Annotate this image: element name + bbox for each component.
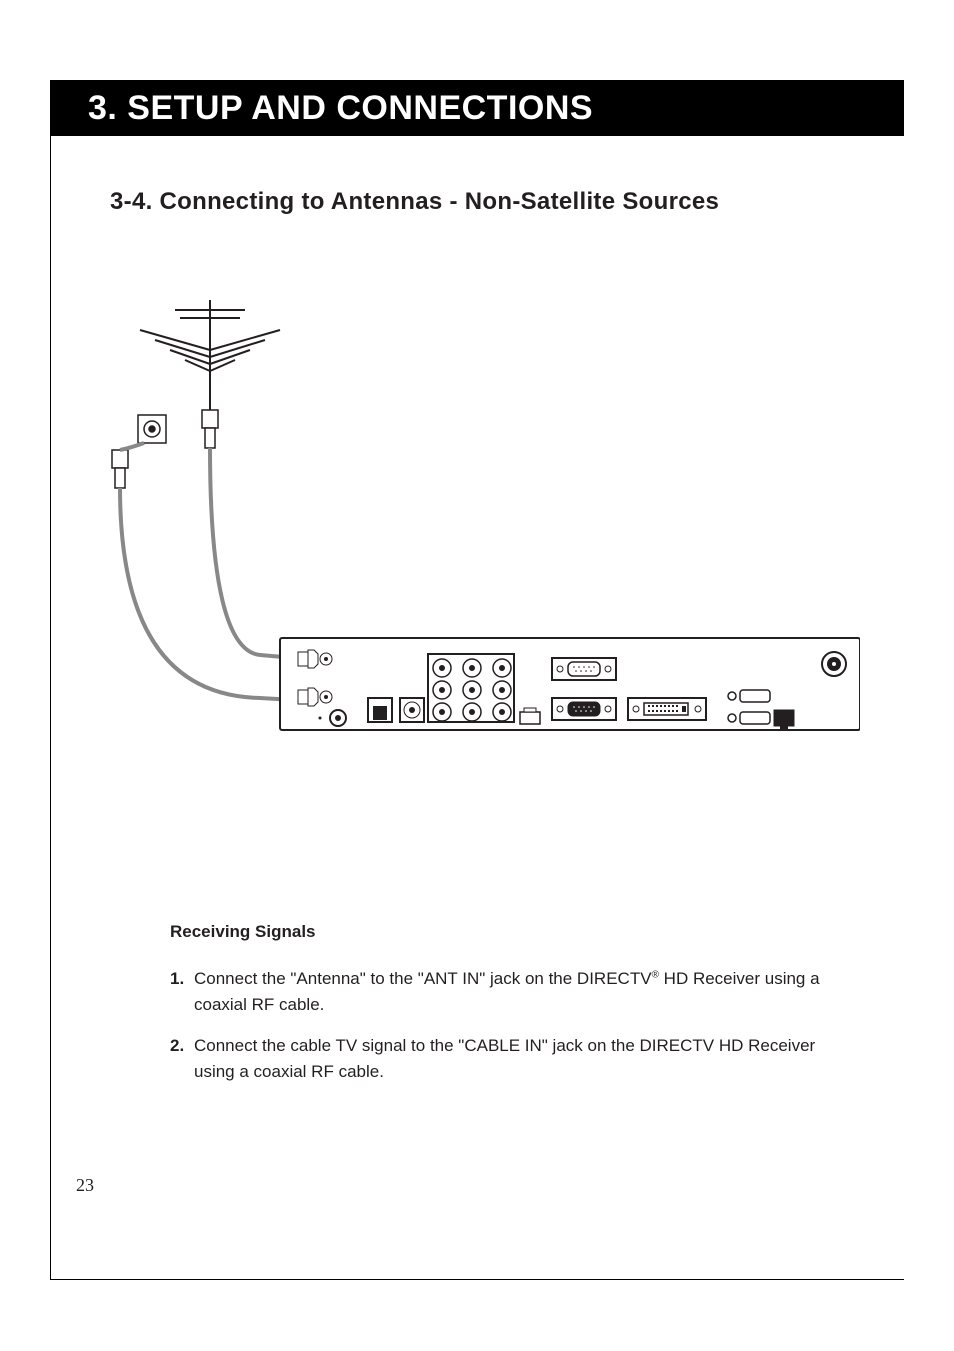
step-text: Connect the "Antenna" to the "ANT IN" ja… — [194, 966, 850, 1017]
connection-diagram — [80, 300, 860, 790]
receiving-signals-heading: Receiving Signals — [170, 922, 316, 942]
step-number: 1. — [170, 966, 194, 1017]
page-number: 23 — [76, 1175, 94, 1196]
section-heading: 3-4. Connecting to Antennas - Non-Satell… — [110, 188, 719, 216]
step-text-pre: Connect the "Antenna" to the "ANT IN" ja… — [194, 969, 652, 988]
instruction-list: 1. Connect the "Antenna" to the "ANT IN"… — [170, 966, 850, 1100]
registered-mark: ® — [652, 969, 659, 980]
chapter-title: 3. SETUP AND CONNECTIONS — [88, 89, 593, 128]
chapter-title-bar: 3. SETUP AND CONNECTIONS — [50, 80, 904, 136]
instruction-item: 2. Connect the cable TV signal to the "C… — [170, 1033, 850, 1084]
step-text: Connect the cable TV signal to the "CABL… — [194, 1033, 850, 1084]
step-text-pre: Connect the cable TV signal to the "CABL… — [194, 1036, 815, 1081]
diagram-svg — [80, 300, 860, 790]
instruction-item: 1. Connect the "Antenna" to the "ANT IN"… — [170, 966, 850, 1017]
step-number: 2. — [170, 1033, 194, 1084]
